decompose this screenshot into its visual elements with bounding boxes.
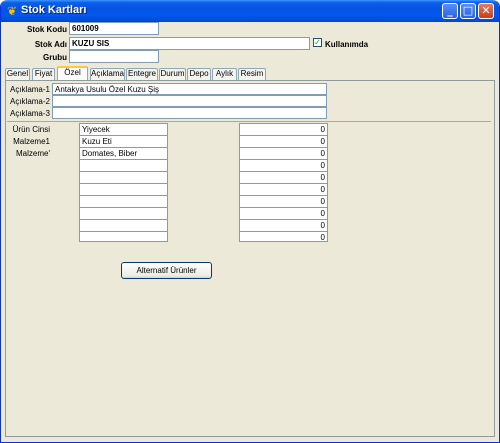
attribute-value-cell[interactable]: Domates, Biber: [80, 148, 167, 160]
title-bar[interactable]: ❦ Stok Kartları _ □ ✕: [1, 0, 499, 22]
maximize-button[interactable]: □: [460, 3, 476, 19]
tab-durum[interactable]: Durum: [159, 68, 186, 80]
numeric-value-cell[interactable]: 0: [240, 196, 327, 208]
attribute-value-cell[interactable]: [80, 232, 167, 244]
minimize-button[interactable]: _: [442, 3, 458, 19]
group-label: Grubu: [43, 53, 67, 62]
attribute-value-cell[interactable]: [80, 196, 167, 208]
description-1-label: Açıklama-1: [9, 85, 50, 94]
attribute-value-cell[interactable]: [80, 208, 167, 220]
tab-entegre[interactable]: Entegre: [126, 68, 158, 80]
numeric-value-grid: 0 0 0 0 0 0 0 0 0 0: [239, 123, 328, 242]
numeric-value-cell[interactable]: 0: [240, 172, 327, 184]
numeric-value-cell[interactable]: 0: [240, 208, 327, 220]
tab-aciklama[interactable]: Açıklama: [90, 68, 125, 80]
tab-aylik[interactable]: Aylık: [212, 68, 237, 80]
stock-code-field[interactable]: 601009: [69, 22, 159, 35]
description-3-label: Açıklama-3: [9, 109, 50, 118]
numeric-value-cell[interactable]: 0: [240, 232, 327, 244]
numeric-value-cell[interactable]: 0: [240, 148, 327, 160]
stock-card-window: ❦ Stok Kartları _ □ ✕ Stok Kodu 601009 S…: [0, 0, 500, 443]
stock-name-field[interactable]: KUZU SIS: [69, 37, 310, 50]
in-use-label: Kullanımda: [325, 40, 369, 49]
in-use-checkbox[interactable]: ✓: [313, 38, 322, 47]
butterfly-icon: ❦: [6, 4, 18, 18]
attribute-value-cell[interactable]: [80, 220, 167, 232]
numeric-value-cell[interactable]: 0: [240, 220, 327, 232]
tab-genel[interactable]: Genel: [5, 68, 30, 80]
stock-name-label: Stok Adı: [34, 40, 67, 49]
attribute-value-cell[interactable]: [80, 172, 167, 184]
description-3-field[interactable]: [52, 107, 327, 119]
product-type-label: Ürün Cinsi: [12, 125, 50, 134]
attribute-value-grid: Yiyecek Kuzu Eti Domates, Biber: [79, 123, 168, 242]
numeric-value-cell[interactable]: 0: [240, 136, 327, 148]
window-title: Stok Kartları: [21, 4, 87, 16]
numeric-value-cell[interactable]: 0: [240, 124, 327, 136]
material-1-label: Malzeme1: [13, 137, 50, 146]
alternative-products-button[interactable]: Alternatif Ürünler: [121, 262, 212, 279]
numeric-value-cell[interactable]: 0: [240, 184, 327, 196]
section-divider: [7, 121, 491, 122]
attribute-value-cell[interactable]: [80, 160, 167, 172]
attribute-value-cell[interactable]: Yiyecek: [80, 124, 167, 136]
material-2-label: Malzeme': [16, 149, 50, 158]
numeric-value-cell[interactable]: 0: [240, 160, 327, 172]
description-2-label: Açıklama-2: [9, 97, 50, 106]
attribute-value-cell[interactable]: [80, 184, 167, 196]
group-field[interactable]: [69, 50, 159, 63]
close-button[interactable]: ✕: [478, 3, 494, 19]
tab-resim[interactable]: Resim: [238, 68, 266, 80]
tab-depo[interactable]: Depo: [187, 68, 211, 80]
tab-fiyat[interactable]: Fiyat: [32, 68, 55, 80]
description-2-field[interactable]: [52, 95, 327, 107]
description-1-field[interactable]: Antakya Usulu Özel Kuzu Şiş: [52, 83, 327, 95]
stock-code-label: Stok Kodu: [27, 25, 67, 34]
attribute-value-cell[interactable]: Kuzu Eti: [80, 136, 167, 148]
tab-ozel[interactable]: Özel: [57, 66, 88, 80]
